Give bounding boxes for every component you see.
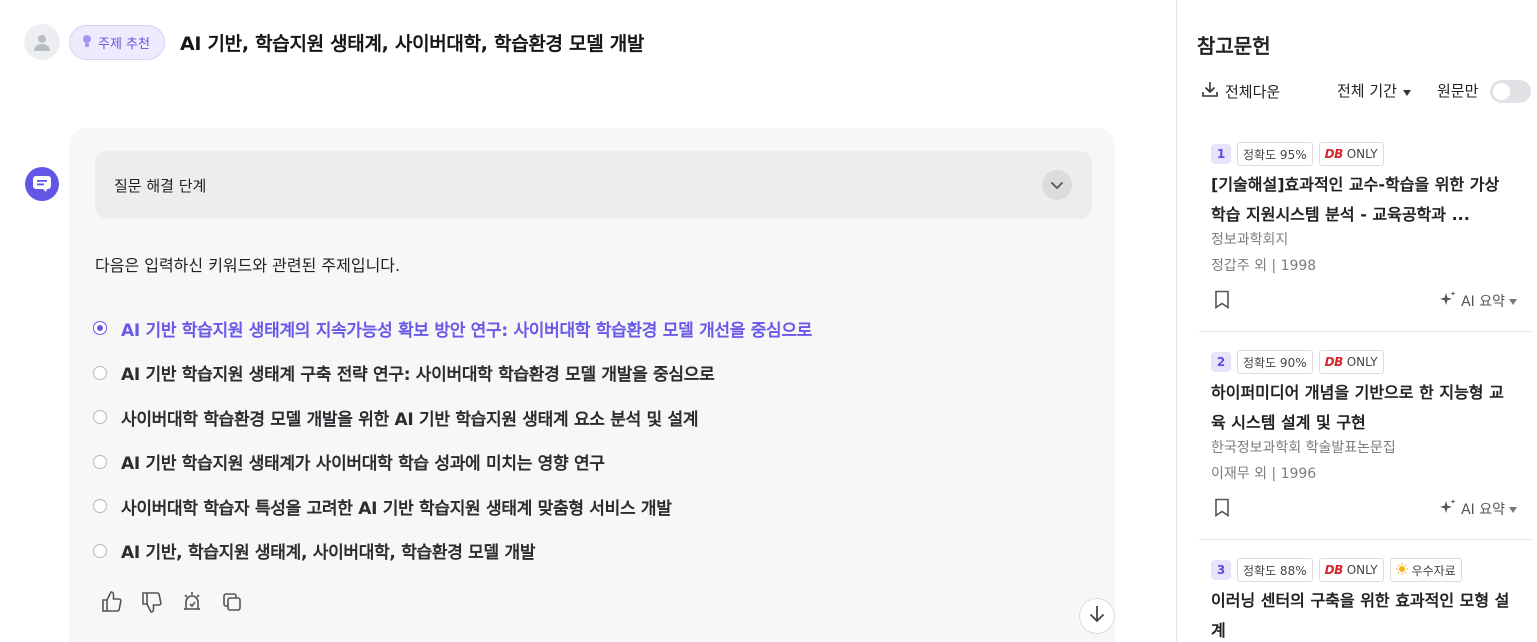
answer-actions: [99, 589, 245, 615]
scroll-down-button[interactable]: [1079, 598, 1115, 634]
bookmark-icon[interactable]: [1214, 290, 1232, 310]
answer-intro: 다음은 입력하신 키워드와 관련된 주제입니다.: [95, 256, 401, 275]
sun-icon: [1395, 562, 1408, 578]
topic-option-label: AI 기반 학습지원 생태계가 사이버대학 학습 성과에 미치는 영향 연구: [121, 454, 605, 475]
excellent-label: 우수자료: [1411, 563, 1456, 578]
period-dropdown[interactable]: 전체 기간: [1337, 80, 1411, 101]
reference-item[interactable]: 1 정확도 95% DB ONLY [기술해설]효과적인 교수-학습을 위한 가…: [1199, 142, 1532, 332]
accuracy-badge: 정확도 90%: [1237, 350, 1313, 374]
reference-journal: 한국정보과학회 학술발표논문집: [1211, 440, 1396, 456]
reference-item[interactable]: 2 정확도 90% DB ONLY 하이퍼미디어 개념을 기반으로 한 지능형 …: [1199, 350, 1532, 540]
copy-icon[interactable]: [219, 589, 245, 615]
reference-title[interactable]: [기술해설]효과적인 교수-학습을 위한 가상학습 지원시스템 분석 - 교육공…: [1211, 170, 1511, 230]
reference-badges: 2 정확도 90% DB ONLY: [1211, 350, 1384, 374]
db-only-label: ONLY: [1346, 355, 1378, 369]
reference-item[interactable]: 3 정확도 88% DB ONLY 우수자료 이러닝 센터의 구축을 위한 효과…: [1199, 558, 1532, 642]
download-all-label: 전체다운: [1225, 82, 1281, 101]
db-only-badge: DB ONLY: [1318, 350, 1384, 374]
reference-sidebar: 참고문헌 전체다운 전체 기간 원문만 1 정확도 95% DB ONLY [기…: [1176, 0, 1537, 642]
chevron-down-icon[interactable]: [1042, 170, 1072, 200]
reference-meta: 이재무 외 | 1996: [1211, 466, 1317, 482]
reference-meta: 정갑주 외 | 1998: [1211, 258, 1317, 274]
topic-option-label: AI 기반 학습지원 생태계 구축 전략 연구: 사이버대학 학습환경 모델 개…: [121, 365, 715, 386]
thumbs-down-icon[interactable]: [139, 589, 165, 615]
db-only-badge: DB ONLY: [1318, 558, 1384, 582]
topic-radio[interactable]: [93, 454, 107, 469]
arrow-down-icon: [1089, 605, 1105, 627]
topic-radio[interactable]: [93, 499, 107, 514]
caret-down-icon: [1509, 501, 1517, 517]
sparkle-icon: [1439, 290, 1457, 312]
bookmark-icon[interactable]: [1214, 498, 1232, 518]
topic-option[interactable]: AI 기반 학습지원 생태계의 지속가능성 확보 방안 연구: 사이버대학 학습…: [93, 306, 812, 351]
reference-number: 3: [1211, 560, 1231, 580]
db-logo: DB: [1324, 355, 1344, 369]
db-logo: DB: [1324, 563, 1344, 577]
lightbulb-icon: [82, 34, 92, 52]
reference-toolbar: 전체다운 전체 기간 원문만: [1201, 78, 1531, 106]
reference-journal: 정보과학회지: [1211, 232, 1289, 248]
page-title: AI 기반, 학습지원 생태계, 사이버대학, 학습환경 모델 개발: [180, 33, 645, 55]
caret-down-icon: [1402, 82, 1411, 100]
topic-option-label: AI 기반, 학습지원 생태계, 사이버대학, 학습환경 모델 개발: [121, 543, 536, 564]
topic-option[interactable]: AI 기반 학습지원 생태계 구축 전략 연구: 사이버대학 학습환경 모델 개…: [93, 351, 812, 396]
db-logo: DB: [1324, 147, 1344, 161]
excellent-badge: 우수자료: [1389, 558, 1462, 582]
period-label: 전체 기간: [1337, 82, 1397, 100]
db-only-label: ONLY: [1346, 563, 1378, 577]
topic-option[interactable]: 사이버대학 학습자 특성을 고려한 AI 기반 학습지원 생태계 맞춤형 서비스…: [93, 484, 812, 529]
topic-radio[interactable]: [93, 543, 107, 558]
topic-option[interactable]: AI 기반 학습지원 생태계가 사이버대학 학습 성과에 미치는 영향 연구: [93, 440, 812, 485]
thumbs-up-icon[interactable]: [99, 589, 125, 615]
steps-label: 질문 해결 단계: [114, 176, 207, 195]
user-avatar-icon: [24, 24, 60, 60]
topic-radio[interactable]: [93, 321, 107, 336]
reference-badges: 3 정확도 88% DB ONLY 우수자료: [1211, 558, 1462, 582]
reference-number: 2: [1211, 352, 1231, 372]
ai-summary-button[interactable]: AI 요약: [1439, 290, 1517, 312]
topic-list: AI 기반 학습지원 생태계의 지속가능성 확보 방안 연구: 사이버대학 학습…: [93, 306, 812, 573]
topic-option[interactable]: 사이버대학 학습환경 모델 개발을 위한 AI 기반 학습지원 생태계 요소 분…: [93, 395, 812, 440]
reference-title[interactable]: 하이퍼미디어 개념을 기반으로 한 지능형 교육 시스템 설계 및 구현: [1211, 378, 1511, 438]
topic-radio[interactable]: [93, 410, 107, 425]
ai-summary-label: AI 요약: [1461, 294, 1505, 310]
topic-option-label: 사이버대학 학습환경 모델 개발을 위한 AI 기반 학습지원 생태계 요소 분…: [121, 409, 699, 430]
sidebar-title: 참고문헌: [1197, 34, 1271, 58]
topic-option-label: 사이버대학 학습자 특성을 고려한 AI 기반 학습지원 생태계 맞춤형 서비스…: [121, 498, 672, 519]
download-all-button[interactable]: 전체다운: [1201, 80, 1280, 102]
db-only-badge: DB ONLY: [1318, 142, 1384, 166]
topic-option-label: AI 기반 학습지원 생태계의 지속가능성 확보 방안 연구: 사이버대학 학습…: [121, 320, 813, 341]
accuracy-badge: 정확도 88%: [1237, 558, 1313, 582]
topic-badge-label: 주제 추천: [98, 37, 150, 52]
download-icon: [1201, 80, 1219, 102]
ai-summary-label: AI 요약: [1461, 502, 1505, 518]
db-only-label: ONLY: [1346, 147, 1378, 161]
original-only-label: 원문만: [1437, 82, 1479, 100]
reference-number: 1: [1211, 144, 1231, 164]
topic-option[interactable]: AI 기반, 학습지원 생태계, 사이버대학, 학습환경 모델 개발: [93, 529, 812, 574]
solution-steps-toggle[interactable]: 질문 해결 단계: [95, 151, 1092, 219]
topic-recommend-badge: 주제 추천: [69, 25, 165, 60]
reference-badges: 1 정확도 95% DB ONLY: [1211, 142, 1384, 166]
caret-down-icon: [1509, 293, 1517, 309]
report-icon[interactable]: [179, 589, 205, 615]
reference-title[interactable]: 이러닝 센터의 구축을 위한 효과적인 모형 설계: [1211, 586, 1511, 642]
sparkle-icon: [1439, 498, 1457, 520]
accuracy-badge: 정확도 95%: [1237, 142, 1313, 166]
chat-main: 주제 추천 AI 기반, 학습지원 생태계, 사이버대학, 학습환경 모델 개발…: [0, 0, 1176, 642]
chat-bot-icon: [25, 167, 59, 201]
original-only-toggle[interactable]: [1490, 80, 1531, 103]
ai-summary-button[interactable]: AI 요약: [1439, 498, 1517, 520]
topic-radio[interactable]: [93, 365, 107, 380]
